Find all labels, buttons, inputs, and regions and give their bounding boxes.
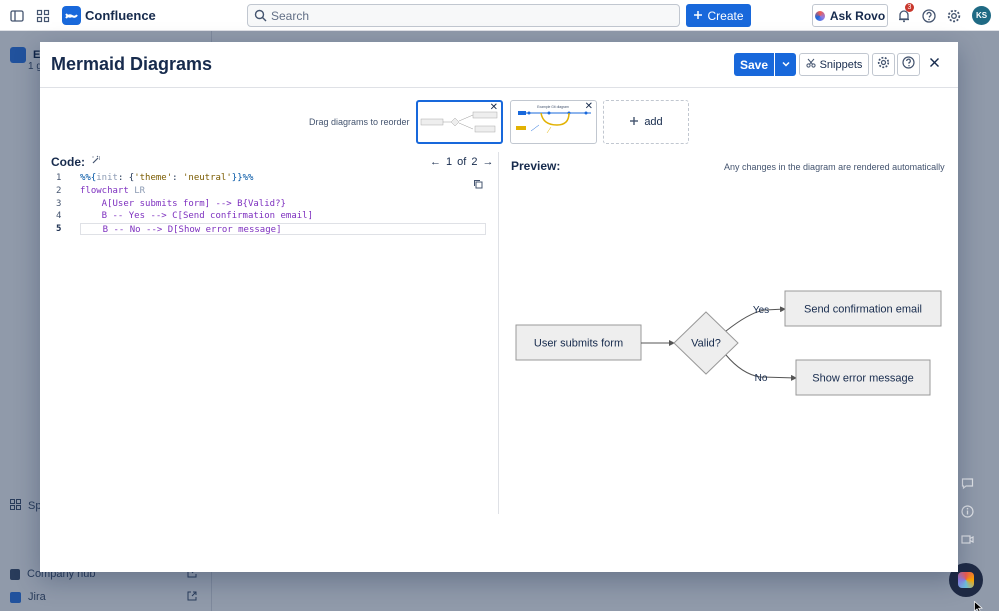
panel-divider[interactable] [498,152,499,514]
close-icon [929,55,940,73]
line-number: 2 [56,185,62,196]
code-line: 3 A[User submits form] --> B{Valid?} [51,198,286,211]
code-editor[interactable]: 1 %%{init: {'theme': 'neutral'}}%% 2 flo… [51,172,486,236]
plus-icon [629,116,639,129]
chevron-down-icon [781,56,791,74]
drag-hint: Drag diagrams to reorder [309,117,410,127]
code-text: B -- No --> D[Show error message] [80,223,486,236]
info-icon[interactable] [959,503,975,519]
avatar[interactable]: KS [972,6,991,25]
ask-rovo-button[interactable]: Ask Rovo [812,4,888,27]
code-text: B -- Yes --> C[Send confirmation email] [80,211,313,222]
line-number: 3 [56,198,62,209]
line-number: 1 [56,173,62,183]
line-number: 5 [56,224,62,235]
code-line-active: 5 B -- No --> D[Show error message] [51,223,486,236]
pager-total: 2 [471,156,478,168]
create-label: Create [707,8,744,23]
diagram-thumbnail-2[interactable]: Example Git diagram ✕ [510,100,597,144]
copy-icon[interactable] [473,176,483,189]
node-c-label: Send confirmation email [804,304,922,316]
code-text: %%{init: {'theme': 'neutral'}}%% [80,173,254,183]
pager-of: of [457,156,467,168]
line-number: 4 [56,211,62,222]
code-text: A[User submits form] --> B{Valid?} [80,198,286,209]
thumbnail-2-title: Example Git diagram [537,105,569,109]
close-icon[interactable]: ✕ [490,103,498,113]
search-placeholder: Search [271,9,310,23]
arrow-right-icon[interactable]: → [482,156,493,168]
node-b-label: Valid? [691,338,721,350]
code-line: 1 %%{init: {'theme': 'neutral'}}%% [51,172,253,185]
settings-icon[interactable] [945,7,963,25]
node-a-label: User submits form [534,338,623,350]
settings-button[interactable] [872,53,895,76]
add-diagram-button[interactable]: add [603,100,689,144]
rovo-icon [958,572,974,588]
question-icon [902,55,915,74]
code-line: 2 flowchart LR [51,185,145,198]
flowchart-preview: User submits form Valid? Yes No Send con… [515,290,942,396]
close-button[interactable] [925,55,943,73]
header-divider [40,87,958,88]
code-label: Code: [51,155,85,169]
scissors-icon [805,58,816,71]
rovo-icon [814,10,825,21]
save-button[interactable]: Save [734,53,774,76]
pager-current: 1 [446,156,453,168]
confluence-logo-icon[interactable] [62,6,81,25]
diagram-pager: ← 1 of 2 → [430,156,493,168]
product-name[interactable]: Confluence [85,8,156,23]
close-icon[interactable]: ✕ [585,102,593,112]
add-label: add [644,116,663,128]
modal-title: Mermaid Diagrams [51,54,213,74]
snippets-label: Snippets [819,58,863,71]
help-icon[interactable] [920,7,938,25]
help-button[interactable] [897,53,920,76]
apps-grid-icon[interactable] [34,7,52,25]
edge-yes-label: Yes [753,305,769,316]
notification-badge: 3 [905,3,914,12]
snippets-button[interactable]: Snippets [799,53,869,76]
search-icon [254,9,267,27]
create-button[interactable]: Create [686,4,751,27]
code-text: flowchart LR [80,185,146,196]
mouse-cursor-icon [974,600,983,611]
preview-label: Preview: [511,159,561,173]
plus-icon [693,9,703,23]
top-navigation: Confluence Search Create Ask Rovo 3 KS [0,0,999,31]
save-options-button[interactable] [775,53,796,76]
edge-no-label: No [755,373,768,384]
video-icon[interactable] [959,531,975,547]
ask-rovo-label: Ask Rovo [829,8,886,23]
sidebar-toggle-icon[interactable] [8,7,26,25]
mermaid-editor-modal: Mermaid Diagrams Save Snippets Drag diag… [40,42,958,572]
magic-wand-icon[interactable] [91,155,101,167]
node-d-label: Show error message [812,373,914,385]
code-line: 4 B -- Yes --> C[Send confirmation email… [51,210,313,223]
comment-icon[interactable] [959,475,975,491]
diagram-thumbnail-1[interactable]: ✕ [416,100,503,144]
arrow-left-icon[interactable]: ← [430,156,441,168]
preview-hint: Any changes in the diagram are rendered … [724,162,945,172]
gear-icon [877,56,890,74]
search-input[interactable]: Search [247,4,680,27]
